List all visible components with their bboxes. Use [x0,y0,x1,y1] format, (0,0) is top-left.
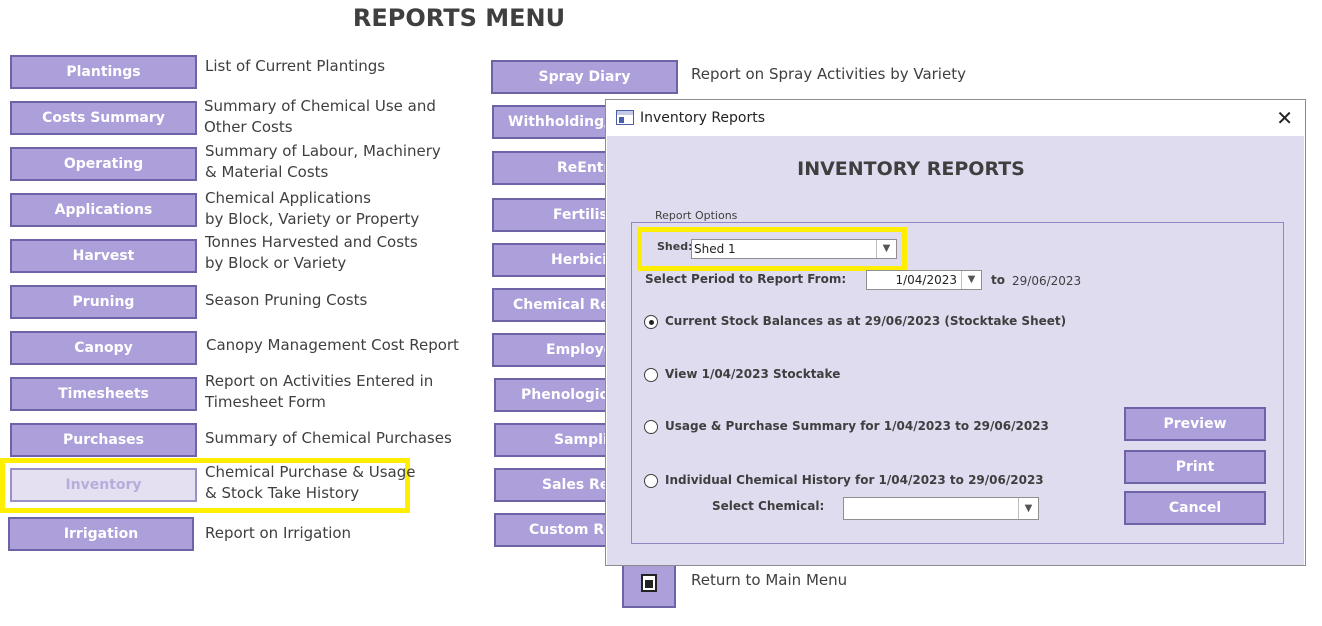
plantings-button[interactable]: Plantings [10,55,197,89]
option-chemical-history-label: Individual Chemical History for 1/04/202… [665,473,1044,487]
exit-door-icon [641,574,657,592]
plantings-description: List of Current Plantings [205,57,386,75]
dialog-heading: INVENTORY REPORTS [797,158,1025,180]
shed-label: Shed: [657,240,693,253]
radio-button[interactable] [644,419,658,434]
pruning-description: Season Pruning Costs [205,291,368,309]
irrigation-description: Report on Irrigation [205,524,352,542]
option-current-stock-label: Current Stock Balances as at 29/06/2023 … [665,314,1067,328]
applications-description: Chemical Applications by Block, Variety … [205,189,420,228]
dialog-titlebar: Inventory Reports ✕ [606,100,1305,136]
option-chemical-history[interactable]: Individual Chemical History for 1/04/202… [644,473,1044,488]
print-button[interactable]: Print [1124,450,1266,484]
option-usage-purchase[interactable]: Usage & Purchase Summary for 1/04/2023 t… [644,419,1049,434]
dialog-title: Inventory Reports [640,110,766,126]
shed-combo[interactable]: Shed 1 ▼ [691,239,897,259]
costs-summary-description: Summary of Chemical Use and Other Costs [204,97,436,136]
inventory-description: Chemical Purchase & Usage & Stock Take H… [205,463,416,502]
harvest-description: Tonnes Harvested and Costs by Block or V… [205,233,418,272]
radio-button[interactable] [644,367,658,382]
canopy-description: Canopy Management Cost Report [206,336,459,354]
inventory-button[interactable]: Inventory [10,468,197,502]
to-label: to [991,273,1005,287]
form-icon [616,110,634,125]
option-view-stocktake[interactable]: View 1/04/2023 Stocktake [644,367,840,382]
spray-diary-description: Report on Spray Activities by Variety [691,65,966,83]
timesheets-button[interactable]: Timesheets [10,377,197,411]
period-from-value: 1/04/2023 [895,273,957,287]
radio-button[interactable] [644,314,658,329]
chemical-combo[interactable]: ▼ [843,497,1039,520]
return-to-main-menu-button[interactable] [622,562,676,608]
chevron-down-icon[interactable]: ▼ [876,240,896,258]
inventory-reports-dialog: Inventory Reports ✕ INVENTORY REPORTS Re… [605,99,1306,566]
select-chemical-label: Select Chemical: [712,499,825,513]
applications-button[interactable]: Applications [10,193,197,227]
dialog-body: INVENTORY REPORTS Report Options Shed: S… [607,136,1304,565]
irrigation-button[interactable]: Irrigation [8,517,194,551]
period-from-combo[interactable]: 1/04/2023 ▼ [866,270,982,290]
preview-button[interactable]: Preview [1124,407,1266,441]
costs-summary-button[interactable]: Costs Summary [10,101,197,135]
period-label: Select Period to Report From: [645,272,847,286]
canopy-button[interactable]: Canopy [10,331,197,365]
chevron-down-icon[interactable]: ▼ [961,271,981,289]
period-to-value: 29/06/2023 [1012,274,1082,288]
cancel-button[interactable]: Cancel [1124,491,1266,525]
spray-diary-button[interactable]: Spray Diary [491,60,678,94]
chevron-down-icon[interactable]: ▼ [1018,498,1038,519]
purchases-button[interactable]: Purchases [10,423,197,457]
radio-button[interactable] [644,473,658,488]
operating-button[interactable]: Operating [10,147,197,181]
pruning-button[interactable]: Pruning [10,285,197,319]
harvest-button[interactable]: Harvest [10,239,197,273]
close-icon[interactable]: ✕ [1276,106,1293,130]
option-current-stock[interactable]: Current Stock Balances as at 29/06/2023 … [644,314,1066,329]
operating-description: Summary of Labour, Machinery & Material … [205,142,441,181]
option-view-stocktake-label: View 1/04/2023 Stocktake [665,367,841,381]
option-usage-purchase-label: Usage & Purchase Summary for 1/04/2023 t… [665,419,1049,433]
shed-value: Shed 1 [694,242,736,256]
timesheets-description: Report on Activities Entered in Timeshee… [205,372,434,411]
page-title: REPORTS MENU [352,4,566,32]
return-to-main-menu-label: Return to Main Menu [691,571,848,589]
report-options-label: Report Options [653,209,740,222]
purchases-description: Summary of Chemical Purchases [205,429,452,447]
